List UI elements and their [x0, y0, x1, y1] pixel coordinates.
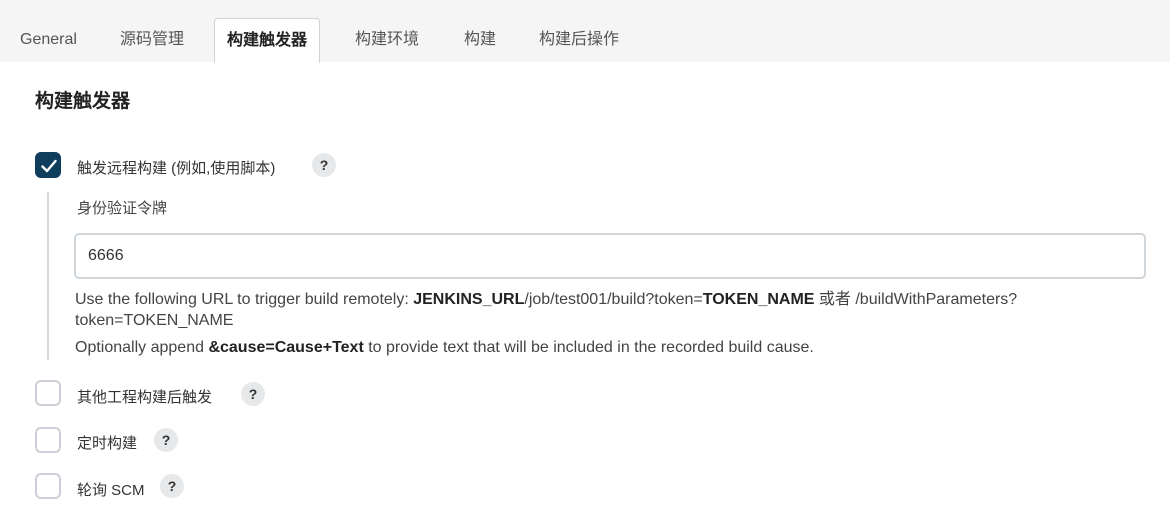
- tab-build-environment[interactable]: 构建环境: [343, 18, 431, 62]
- tab-bar: General 源码管理 构建触发器 构建环境 构建 构建后操作: [0, 0, 1170, 63]
- remote-trigger-label: 触发远程构建 (例如,使用脚本): [77, 160, 276, 177]
- poll-scm-label: 轮询 SCM: [77, 482, 145, 499]
- tab-build-triggers[interactable]: 构建触发器: [214, 18, 321, 63]
- hint-code: &cause=Cause+Text: [208, 339, 364, 356]
- check-icon: [41, 159, 57, 173]
- scheduled-trigger-label: 定时构建: [77, 435, 138, 452]
- auth-token-label: 身份验证令牌: [77, 200, 168, 217]
- hint-text: /job/test001/build?token=: [524, 291, 703, 308]
- remote-trigger-checkbox[interactable]: [35, 152, 61, 178]
- tab-source-control[interactable]: 源码管理: [108, 18, 196, 62]
- section-title: 构建触发器: [35, 91, 131, 112]
- hint-text: Optionally append: [75, 339, 209, 356]
- upstream-trigger-label: 其他工程构建后触发: [77, 389, 213, 406]
- tab-general[interactable]: General: [8, 18, 89, 62]
- hint-code: TOKEN_NAME: [702, 291, 815, 308]
- nested-options-divider: [47, 192, 49, 360]
- cause-hint: Optionally append &cause=Cause+Text to p…: [75, 339, 814, 357]
- hint-text: to provide text that will be included in…: [363, 339, 814, 356]
- hint-text: /buildWithParameters?: [855, 291, 1018, 308]
- upstream-trigger-checkbox[interactable]: [35, 380, 61, 406]
- poll-scm-help-icon[interactable]: ?: [160, 474, 184, 498]
- hint-text: 或者: [814, 291, 856, 308]
- hint-code: JENKINS_URL: [413, 291, 525, 308]
- scheduled-trigger-help-icon[interactable]: ?: [154, 428, 178, 452]
- auth-token-input[interactable]: [74, 233, 1146, 279]
- upstream-trigger-help-icon[interactable]: ?: [241, 382, 265, 406]
- remote-url-hint-line1: Use the following URL to trigger build r…: [75, 285, 1017, 309]
- poll-scm-checkbox[interactable]: [35, 473, 61, 499]
- scheduled-trigger-checkbox[interactable]: [35, 427, 61, 453]
- remote-url-hint-line2: token=TOKEN_NAME: [75, 312, 233, 330]
- hint-text: token=TOKEN_NAME: [75, 312, 234, 329]
- tab-build[interactable]: 构建: [452, 18, 508, 62]
- remote-trigger-help-icon[interactable]: ?: [312, 153, 336, 177]
- tab-post-build[interactable]: 构建后操作: [527, 18, 631, 62]
- hint-text: Use the following URL to trigger build r…: [75, 291, 414, 308]
